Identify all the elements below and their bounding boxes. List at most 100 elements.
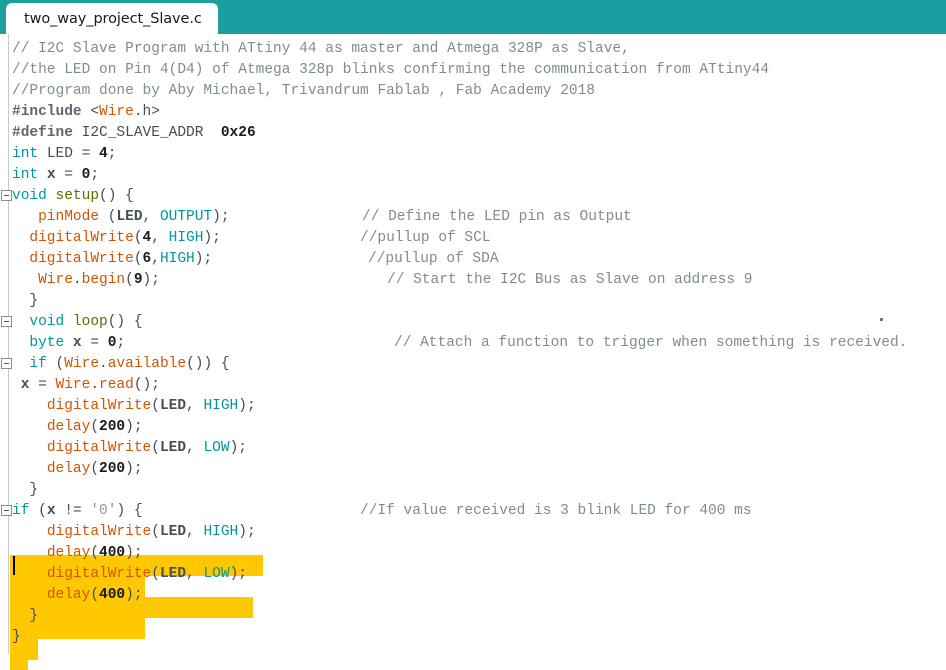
code-token: ( (151, 566, 160, 582)
code-token: LED (159, 398, 187, 414)
code-token: < (90, 104, 100, 120)
code-line[interactable]: digitalWrite(LED, HIGH); (0, 396, 946, 417)
code-token: .h> (133, 104, 160, 120)
code-token: , (142, 209, 160, 225)
code-line[interactable]: } (0, 480, 946, 501)
code-line[interactable]: digitalWrite(4, HIGH); //pullup of SCL (0, 228, 946, 249)
code-token: 9 (133, 272, 143, 288)
code-token: read (99, 377, 134, 393)
code-token: ; (116, 335, 126, 351)
code-token: ); (229, 440, 247, 456)
code-token: Wire (38, 272, 73, 288)
code-token: Wire (64, 356, 100, 372)
code-line[interactable]: } (0, 606, 946, 627)
code-line-text: //the LED on Pin 4(D4) of Atmega 328p bl… (12, 62, 769, 78)
code-token: 200 (99, 419, 126, 435)
code-line-text: Wire.begin(9); (12, 272, 160, 288)
code-line-text: int x = 0; (12, 167, 99, 183)
code-token: . (90, 377, 100, 393)
code-line-text: delay(200); (12, 461, 143, 477)
code-line[interactable]: if (x != '0') {//If value received is 3 … (0, 501, 946, 522)
code-token: x (46, 503, 56, 519)
code-token: 6 (142, 251, 152, 267)
text-selection-highlight (10, 660, 28, 670)
code-token: 4 (99, 146, 108, 162)
code-token: 0x26 (220, 125, 256, 141)
code-line[interactable]: Wire.begin(9); // Start the I2C Bus as Sl… (0, 270, 946, 291)
code-line[interactable]: int x = 0; (0, 165, 946, 186)
trailing-comment: // Start the I2C Bus as Slave on address… (387, 272, 753, 288)
code-line[interactable]: //Program done by Aby Michael, Trivandru… (0, 81, 946, 102)
code-token: digitalWrite (29, 251, 134, 267)
code-token: ); (194, 251, 213, 267)
code-token: LED (159, 566, 187, 582)
code-line[interactable]: void loop() { (0, 312, 946, 333)
code-line[interactable]: digitalWrite(LED, LOW); (0, 438, 946, 459)
fold-collapse-icon[interactable] (1, 358, 12, 369)
code-token: digitalWrite (46, 566, 152, 582)
code-line[interactable]: //the LED on Pin 4(D4) of Atmega 328p bl… (0, 60, 946, 81)
code-token: int (12, 146, 47, 162)
text-cursor-caret (13, 556, 15, 575)
code-token: ( (90, 419, 100, 435)
code-line[interactable]: digitalWrite(6,HIGH); //pullup of SDA (0, 249, 946, 270)
code-token: ); (125, 587, 143, 603)
code-line-text: pinMode (LED, OUTPUT); (12, 209, 229, 225)
file-tab[interactable]: two_way_project_Slave.c (6, 3, 218, 34)
code-line[interactable]: digitalWrite(LED, LOW); (0, 564, 946, 585)
code-token: '0' (90, 503, 117, 519)
code-token: Wire (99, 104, 134, 120)
code-token: HIGH (203, 524, 239, 540)
code-token: ( (125, 272, 134, 288)
code-line[interactable]: } (0, 291, 946, 312)
code-token: loop (72, 314, 108, 330)
trailing-comment: //pullup of SCL (360, 230, 491, 246)
code-line[interactable]: delay(400); (0, 585, 946, 606)
code-line[interactable]: delay(200); (0, 459, 946, 480)
code-line[interactable]: // I2C Slave Program with ATtiny 44 as m… (0, 39, 946, 60)
fold-collapse-icon[interactable] (1, 505, 12, 516)
code-token: 4 (142, 230, 152, 246)
code-line[interactable]: void setup() { (0, 186, 946, 207)
code-line[interactable]: x = Wire.read(); (0, 375, 946, 396)
code-line-text: } (12, 482, 38, 498)
code-token: //the LED on Pin 4(D4) of Atmega 328p bl… (12, 62, 770, 78)
code-token: ( (133, 230, 143, 246)
code-line-text: } (12, 629, 21, 645)
code-token: ; (90, 167, 100, 183)
code-token: ( (133, 251, 143, 267)
fold-collapse-icon[interactable] (1, 190, 12, 201)
code-token: //Program done by Aby Michael, Trivandru… (12, 83, 595, 99)
code-token: , (186, 524, 204, 540)
code-line[interactable]: int LED = 4; (0, 144, 946, 165)
code-token: digitalWrite (29, 230, 134, 246)
code-token: LED (116, 209, 143, 225)
code-token: ); (142, 272, 160, 288)
code-line[interactable]: pinMode (LED, OUTPUT); // Define the LED … (0, 207, 946, 228)
code-line[interactable]: } (0, 627, 946, 648)
code-line[interactable]: digitalWrite(LED, HIGH); (0, 522, 946, 543)
code-line[interactable]: if (Wire.available()) { (0, 354, 946, 375)
code-line-text: if (x != '0') { (12, 503, 143, 519)
code-line[interactable]: delay(200); (0, 417, 946, 438)
code-line-text: } (12, 608, 38, 624)
code-token: ); (125, 545, 143, 561)
code-token: begin (81, 272, 126, 288)
code-token: 400 (99, 587, 126, 603)
code-token: . (72, 272, 82, 288)
code-token: delay (46, 587, 91, 603)
code-token: ( (46, 356, 65, 372)
code-token: != (55, 503, 91, 519)
code-line[interactable]: byte x = 0; // Attach a function to trigg… (0, 333, 946, 354)
code-line[interactable]: #define I2C_SLAVE_ADDR 0x26 (0, 123, 946, 144)
code-token: , (186, 440, 204, 456)
code-line[interactable]: delay(400); (0, 543, 946, 564)
code-line[interactable]: #include <Wire.h> (0, 102, 946, 123)
code-editor-area[interactable]: // I2C Slave Program with ATtiny 44 as m… (0, 34, 946, 670)
fold-collapse-icon[interactable] (1, 316, 12, 327)
